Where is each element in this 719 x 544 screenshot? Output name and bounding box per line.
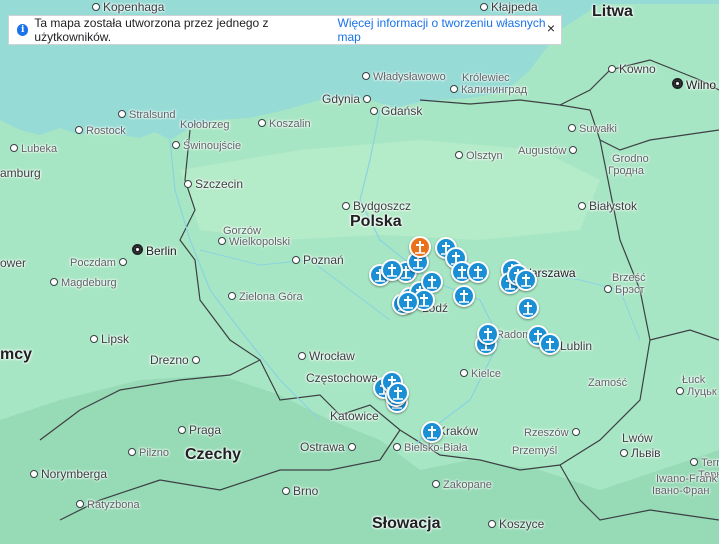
city-lubeka: Lubeka <box>10 142 57 156</box>
city-ostrawa: Ostrawa <box>300 440 359 454</box>
city-poczdam: Poczdam <box>70 256 130 270</box>
city-praga: Praga <box>178 423 221 437</box>
church-marker[interactable] <box>453 285 475 307</box>
church-marker[interactable] <box>381 259 403 281</box>
city-wilno: Wilno <box>672 78 716 92</box>
church-icon <box>415 241 425 254</box>
city-magdeburg: Magdeburg <box>50 276 117 290</box>
city-lipsk: Lipsk <box>90 332 129 346</box>
city-lwow: Lwów <box>622 431 653 445</box>
banner-text: Ta mapa została utworzona przez jednego … <box>34 16 269 44</box>
city-bydgoszcz: Bydgoszcz <box>342 199 411 213</box>
city-olsztyn: Olsztyn <box>455 149 503 163</box>
church-icon <box>393 387 403 400</box>
city-lublin: Lublin <box>560 339 593 353</box>
church-icon <box>545 338 555 351</box>
city-czestochowa: Częstochowa <box>306 371 379 385</box>
country-label-slovakia: Słowacja <box>372 515 441 532</box>
city-bialystok: Białystok <box>578 199 637 213</box>
city-bielsko: Bielsko-Biała <box>393 441 468 455</box>
city-grodno-cyr: Гродна <box>608 165 644 177</box>
city-wroclaw: Wrocław <box>298 349 355 363</box>
city-gdansk: Gdańsk <box>370 104 422 118</box>
city-brzesc-cyr: Брэст <box>604 283 645 297</box>
city-luck-cyr: Луцьк <box>676 385 717 399</box>
city-kielce: Kielce <box>460 367 501 381</box>
city-zamosc: Zamość <box>588 377 628 389</box>
user-map-banner: i Ta mapa została utworzona przez jedneg… <box>8 15 562 45</box>
city-ratyzbona: Ratyzbona <box>76 498 140 512</box>
city-hanower: ower <box>0 256 27 270</box>
church-marker[interactable] <box>467 261 489 283</box>
church-marker[interactable] <box>515 269 537 291</box>
church-icon <box>473 266 483 279</box>
info-icon: i <box>17 24 29 36</box>
church-marker[interactable] <box>477 323 499 345</box>
city-brno: Brno <box>282 484 318 498</box>
city-klajpeda: Kłajpeda <box>480 0 538 14</box>
city-norymberga: Norymberga <box>30 467 107 481</box>
city-lwow-cyr: Львів <box>620 446 661 460</box>
church-icon <box>403 296 413 309</box>
church-marker[interactable] <box>517 297 539 319</box>
church-marker[interactable] <box>409 236 431 258</box>
city-zakopane: Zakopane <box>432 478 492 492</box>
church-marker[interactable] <box>539 333 561 355</box>
city-gdynia: Gdynia <box>322 92 374 106</box>
country-label-czechia: Czechy <box>185 446 242 463</box>
city-krakow: Kraków <box>438 424 479 438</box>
city-rzeszow: Rzeszów <box>524 426 583 440</box>
city-gorzow-2: Wielkopolski <box>218 235 290 249</box>
close-icon[interactable]: × <box>547 20 555 36</box>
church-icon <box>387 264 397 277</box>
church-icon <box>521 274 531 287</box>
city-zielona-gora: Zielona Góra <box>228 290 303 304</box>
city-katowice: Katowice <box>330 409 379 423</box>
church-icon <box>483 328 493 341</box>
city-kaliningrad: Калининград <box>450 83 527 97</box>
city-koszyce: Koszyce <box>488 517 544 531</box>
city-drezno: Drezno <box>150 353 203 367</box>
city-poznan: Poznań <box>292 253 344 267</box>
church-icon <box>419 294 429 307</box>
church-icon <box>427 426 437 439</box>
city-stralsund: Stralsund <box>118 108 175 122</box>
country-label-germany: mcy <box>0 346 33 363</box>
city-iwano-cyr: Івано-Фран <box>652 485 710 497</box>
church-marker[interactable] <box>397 291 419 313</box>
city-augustow: Augustów <box>518 144 580 158</box>
city-szczecin: Szczecin <box>184 177 243 191</box>
city-kowno: Kowno <box>608 62 656 76</box>
city-wladyslawowo: Władysławowo <box>362 70 446 84</box>
learn-more-link[interactable]: Więcej informacji o tworzeniu własnych m… <box>338 16 561 44</box>
city-kopenhaga: Kopenhaga <box>92 0 164 14</box>
church-icon <box>523 302 533 315</box>
city-hamburg: amburg <box>0 166 41 180</box>
church-icon <box>427 276 437 289</box>
country-label-poland: Polska <box>350 213 402 230</box>
city-przemysl: Przemyśl <box>512 445 558 457</box>
church-marker[interactable] <box>421 421 443 443</box>
church-icon <box>459 290 469 303</box>
city-swinoujscie: Świnoujście <box>172 139 241 153</box>
country-label-lithuania: Litwa <box>592 3 633 20</box>
city-suwalki: Suwałki <box>568 122 617 136</box>
city-kolobrzeg: Kołobrzeg <box>180 119 230 131</box>
city-berlin: Berlin <box>132 244 177 258</box>
city-pilzno: Pilzno <box>128 446 169 460</box>
city-koszalin: Koszalin <box>258 117 311 131</box>
church-marker[interactable] <box>387 382 409 404</box>
city-rostock: Rostock <box>75 124 126 138</box>
